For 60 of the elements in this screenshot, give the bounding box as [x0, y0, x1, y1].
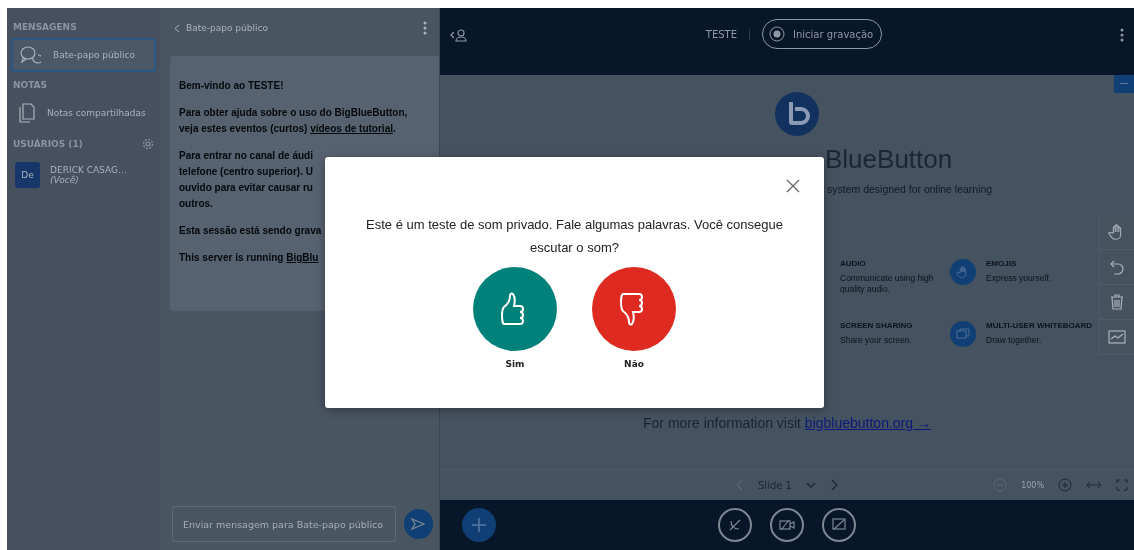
- phone-off-icon: [728, 518, 742, 532]
- feature-title: SCREEN SHARING: [840, 321, 914, 330]
- meeting-title: TESTE: [705, 28, 751, 40]
- message-text: outros.: [179, 197, 213, 211]
- message-text: Para entrar no canal de áudi: [179, 149, 313, 163]
- message-text: Esta sessão está sendo grava: [179, 224, 322, 238]
- message-text: Para obter ajuda sobre o uso do BigBlueButton,: [179, 106, 408, 120]
- section-title: MENSAGENS: [13, 22, 77, 32]
- camera-off-icon: [779, 519, 795, 531]
- close-icon: [786, 179, 800, 193]
- feature-description: Express yourself.: [986, 273, 1053, 284]
- user-list-toggle-icon[interactable]: [450, 28, 468, 42]
- section-title: NOTAS: [13, 80, 48, 90]
- screen-share-off-button[interactable]: [822, 508, 856, 542]
- leave-audio-button[interactable]: [718, 508, 752, 542]
- section-title: USUÁRIOS (1): [13, 139, 83, 149]
- actions-button[interactable]: [462, 508, 496, 542]
- zoom-level: 100%: [1021, 480, 1044, 490]
- user-list-item[interactable]: De DERICK CASAG… (Você): [11, 156, 156, 194]
- send-button[interactable]: [403, 509, 433, 539]
- chevron-left-icon: [174, 23, 180, 33]
- more-options-icon[interactable]: [1120, 28, 1124, 42]
- whiteboard-icon: [956, 328, 970, 340]
- message-text: ouvido para evitar causar ru: [179, 181, 313, 195]
- minimize-button[interactable]: [1114, 75, 1134, 93]
- close-button[interactable]: [786, 179, 800, 193]
- message-text: This server is running BigBlu: [179, 251, 319, 265]
- tutorial-link[interactable]: vídeos de tutorial: [310, 123, 393, 134]
- plus-icon: [471, 517, 487, 533]
- back-link[interactable]: Bate-papo público: [174, 23, 268, 33]
- sidebar-item[interactable]: Bate-papo público: [11, 38, 156, 72]
- next-slide-icon[interactable]: [829, 479, 838, 491]
- chat-bubbles-icon: [19, 45, 41, 65]
- fullscreen-icon[interactable]: [1116, 479, 1128, 491]
- document-icon: [19, 103, 35, 123]
- feature-title: EMOJIS: [986, 259, 1018, 268]
- dialog-message: Este é um teste de som privado. Fale algumas palavras. Você consegue escutar o som?: [365, 216, 784, 257]
- message-text: telefone (centro superior). U: [179, 165, 313, 179]
- chevron-down-icon[interactable]: [805, 482, 816, 488]
- trash-icon: [1110, 294, 1124, 310]
- send-icon: [411, 518, 426, 530]
- sidebar-item[interactable]: Notas compartilhadas: [11, 96, 156, 130]
- camera-off-button[interactable]: [770, 508, 804, 542]
- feature-title: MULTI-USER WHITEBOARD: [986, 321, 1093, 330]
- chart-icon: [1108, 330, 1126, 344]
- message-input[interactable]: Enviar mensagem para Bate-papo público: [172, 506, 396, 542]
- zoom-in-icon[interactable]: [1058, 478, 1072, 492]
- record-icon: [769, 26, 786, 42]
- logo-icon: [775, 92, 819, 136]
- settings-icon[interactable]: [142, 138, 154, 150]
- message-text: veja estes eventos (curtos) vídeos de tutorial.: [179, 122, 396, 136]
- minus-icon: [1120, 83, 1128, 85]
- user-avatar: De: [15, 162, 41, 188]
- fit-width-icon[interactable]: [1086, 481, 1102, 489]
- more-options-icon[interactable]: [423, 21, 427, 35]
- screen-off-icon: [832, 518, 846, 532]
- tutorial-link[interactable]: BigBlu: [286, 252, 319, 263]
- message-text: Bem-vindo ao TESTE!: [179, 79, 284, 93]
- undo-icon: [1109, 259, 1125, 275]
- feature-title: AUDIO: [840, 259, 867, 268]
